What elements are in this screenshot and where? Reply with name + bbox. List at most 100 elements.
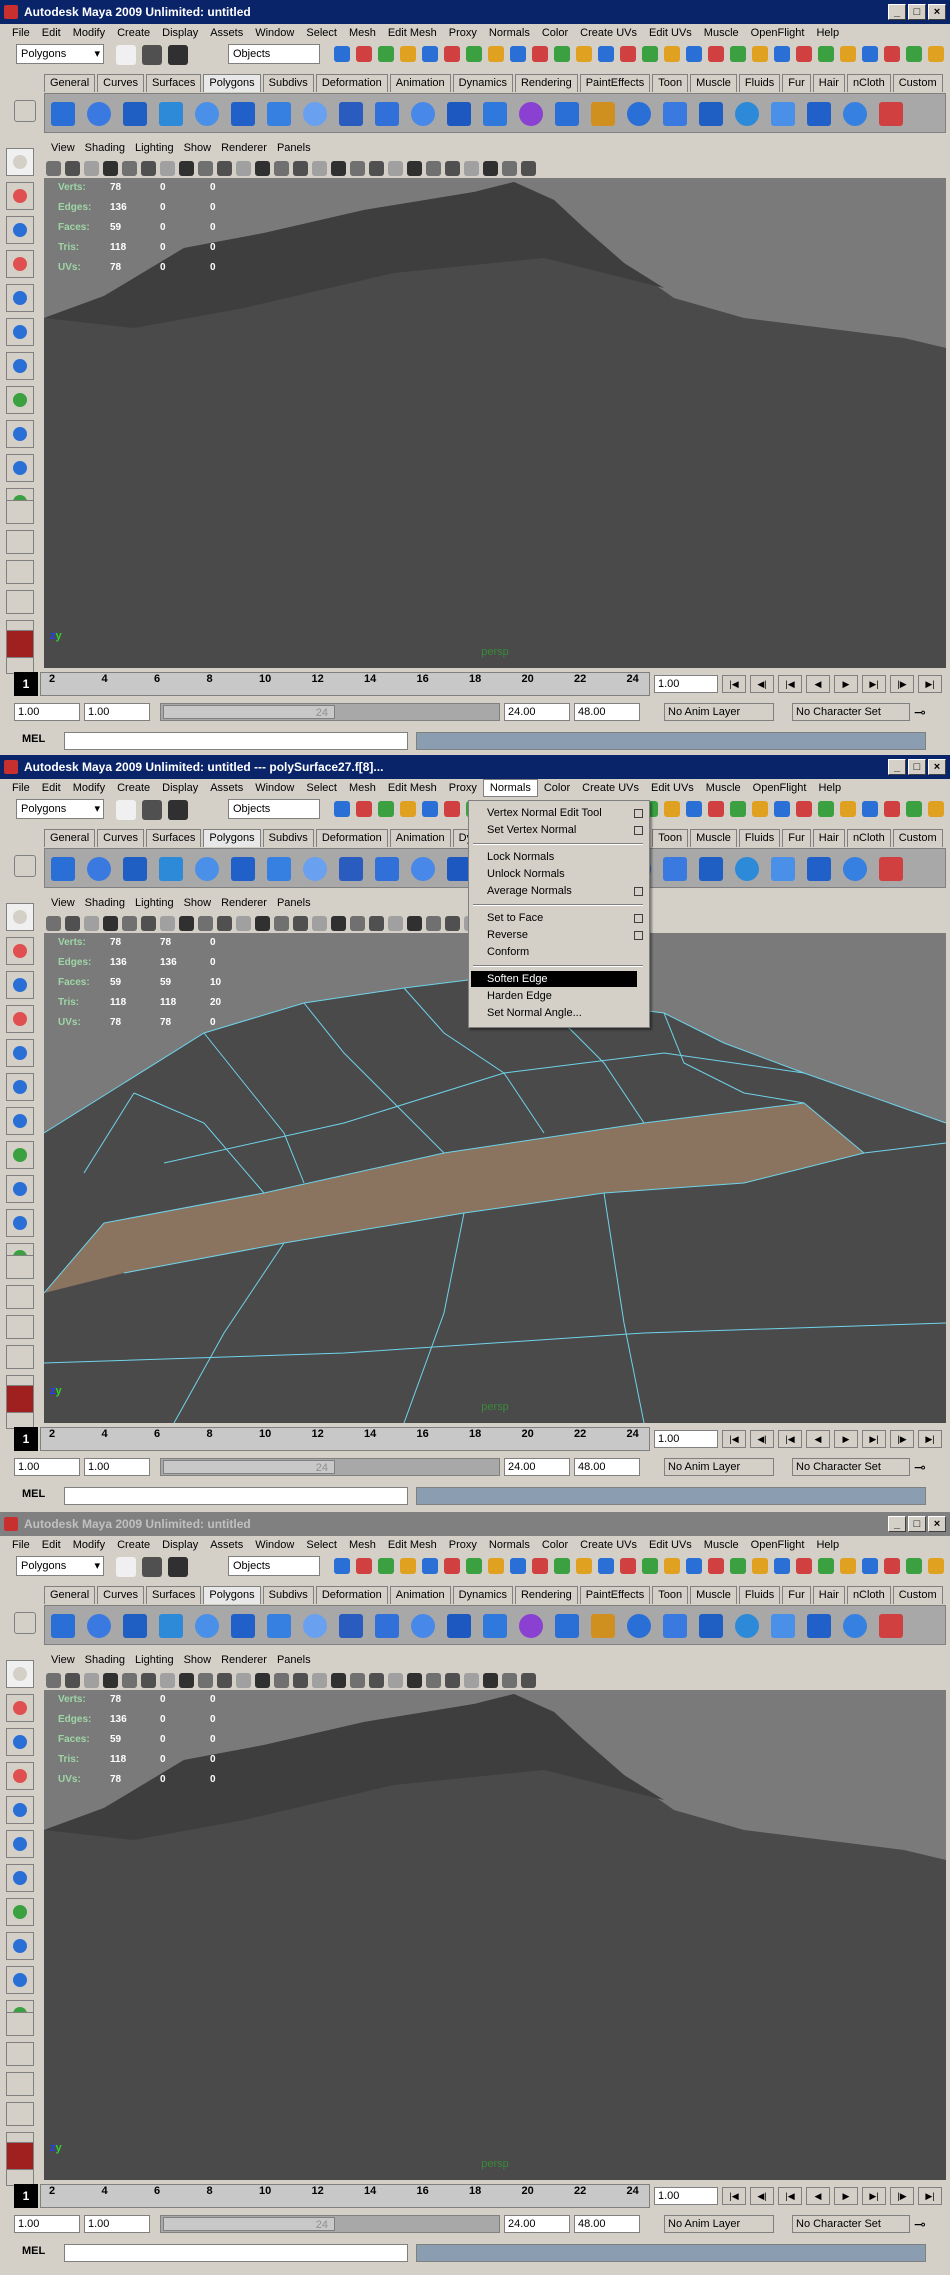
shelf-tool-icon[interactable] [735, 102, 759, 126]
menu-openflight[interactable]: OpenFlight [747, 779, 813, 797]
minimize-button[interactable]: _ [888, 4, 906, 20]
menu-help[interactable]: Help [810, 1536, 845, 1554]
maximize-button[interactable]: □ [908, 4, 926, 20]
soft-mod-icon[interactable] [6, 386, 34, 414]
menu-normals[interactable]: Normals [483, 1536, 536, 1554]
statusline-tool-icon[interactable] [400, 46, 416, 62]
statusline-tool-icon[interactable] [752, 46, 768, 62]
save-scene-icon[interactable] [168, 1557, 188, 1577]
statusline-tool-icon[interactable] [576, 1558, 592, 1574]
soft-mod-icon[interactable] [6, 1141, 34, 1169]
panel-toolbar-icon[interactable] [236, 1673, 251, 1688]
save-scene-icon[interactable] [168, 800, 188, 820]
shelf-tool-icon[interactable] [555, 1614, 579, 1638]
shelf-tab-ncloth[interactable]: nCloth [846, 1586, 891, 1604]
panel-toolbar-icon[interactable] [312, 161, 327, 176]
shelf-tool-icon[interactable] [303, 102, 327, 126]
layout-preset-icon[interactable] [6, 2042, 34, 2066]
panel-toolbar-icon[interactable] [198, 916, 213, 931]
objects-field[interactable]: Objects [228, 799, 320, 819]
statusline-tool-icon[interactable] [400, 801, 416, 817]
panel-menu-shading[interactable]: Shading [80, 142, 130, 158]
panel-toolbar-icon[interactable] [369, 161, 384, 176]
shelf-tab-general[interactable]: General [44, 829, 96, 847]
panel-menu-shading[interactable]: Shading [80, 897, 130, 913]
shelf-tool-icon[interactable] [303, 857, 327, 881]
menu-proxy[interactable]: Proxy [443, 1536, 483, 1554]
panel-toolbar-icon[interactable] [293, 916, 308, 931]
step-forward-frame-button[interactable]: ▶| [862, 675, 886, 693]
save-scene-icon[interactable] [168, 45, 188, 65]
shelf-menu-icon[interactable] [14, 100, 36, 122]
current-frame-marker[interactable]: 1 [14, 672, 38, 696]
menu-create-uvs[interactable]: Create UVs [574, 1536, 643, 1554]
menu-muscle[interactable]: Muscle [700, 779, 747, 797]
shelf-tab-custom[interactable]: Custom [892, 1586, 943, 1604]
statusline-tool-icon[interactable] [598, 46, 614, 62]
panel-toolbar-icon[interactable] [160, 1673, 175, 1688]
shelf-tool-icon[interactable] [735, 857, 759, 881]
menu-file[interactable]: File [6, 24, 36, 42]
statusline-tool-icon[interactable] [796, 801, 812, 817]
shelf-tab-custom[interactable]: Custom [892, 829, 943, 847]
select-tool-icon[interactable] [6, 148, 34, 176]
shelf-menu-icon[interactable] [14, 855, 36, 877]
panel-menu-renderer[interactable]: Renderer [216, 1654, 272, 1670]
panel-toolbar-icon[interactable] [122, 916, 137, 931]
panel-toolbar-icon[interactable] [483, 161, 498, 176]
playback-start-field[interactable]: 1.00 [84, 2215, 150, 2233]
panel-toolbar-icon[interactable] [502, 161, 517, 176]
option-box-icon[interactable] [634, 826, 643, 835]
shelf-tab-deformation[interactable]: Deformation [315, 829, 388, 847]
statusline-tool-icon[interactable] [840, 801, 856, 817]
menu-normals[interactable]: Normals [482, 779, 538, 797]
statusline-tool-icon[interactable] [686, 46, 702, 62]
shelf-tool-icon[interactable] [339, 1614, 363, 1638]
panel-toolbar-icon[interactable] [521, 1673, 536, 1688]
universal-manip-icon[interactable] [6, 1107, 34, 1135]
shelf-tab-muscle[interactable]: Muscle [690, 74, 737, 92]
shelf-tool-icon[interactable] [447, 1614, 471, 1638]
statusline-tool-icon[interactable] [928, 1558, 944, 1574]
menu-color[interactable]: Color [536, 24, 574, 42]
panel-menu-panels[interactable]: Panels [272, 897, 316, 913]
shelf-tab-subdivs[interactable]: Subdivs [262, 829, 314, 847]
step-back-key-button[interactable]: ◀| [750, 1430, 774, 1448]
shelf-tool-icon[interactable] [267, 857, 291, 881]
statusline-tool-icon[interactable] [708, 46, 724, 62]
normals-menu-item[interactable]: Unlock Normals [471, 866, 637, 882]
lasso-tool-icon[interactable] [6, 1694, 34, 1722]
panel-toolbar-icon[interactable] [350, 161, 365, 176]
paint-select-icon[interactable] [6, 1728, 34, 1756]
statusline-tool-icon[interactable] [356, 801, 372, 817]
panel-toolbar-icon[interactable] [445, 916, 460, 931]
statusline-tool-icon[interactable] [862, 801, 878, 817]
shelf-tool-icon[interactable] [195, 102, 219, 126]
normals-menu-item[interactable]: Set Vertex Normal [471, 822, 637, 838]
menu-color[interactable]: Color [536, 1536, 574, 1554]
panel-toolbar-icon[interactable] [141, 1673, 156, 1688]
mel-label[interactable]: MEL [22, 1488, 45, 1500]
playback-start-field[interactable]: 1.00 [84, 703, 150, 721]
shelf-tab-curves[interactable]: Curves [97, 74, 144, 92]
panel-toolbar-icon[interactable] [198, 161, 213, 176]
statusline-tool-icon[interactable] [928, 46, 944, 62]
mel-label[interactable]: MEL [22, 733, 45, 745]
step-back-frame-button[interactable]: |◀ [778, 1430, 802, 1448]
panel-toolbar-icon[interactable] [369, 1673, 384, 1688]
play-back-button[interactable]: ◀ [806, 675, 830, 693]
statusline-tool-icon[interactable] [708, 801, 724, 817]
panel-toolbar-icon[interactable] [84, 1673, 99, 1688]
menu-display[interactable]: Display [156, 1536, 204, 1554]
range-bar[interactable]: 24 [160, 703, 500, 721]
statusline-tool-icon[interactable] [906, 801, 922, 817]
shelf-tab-fluids[interactable]: Fluids [738, 829, 781, 847]
statusline-tool-icon[interactable] [444, 46, 460, 62]
show-manip-icon[interactable] [6, 420, 34, 448]
shelf-tool-icon[interactable] [195, 1614, 219, 1638]
shelf-tool-icon[interactable] [807, 102, 831, 126]
normals-menu-item[interactable]: Set to Face [471, 910, 637, 926]
go-to-start-button[interactable]: |◀ [722, 675, 746, 693]
shelf-tool-icon[interactable] [663, 102, 687, 126]
shelf-tab-animation[interactable]: Animation [389, 829, 451, 847]
